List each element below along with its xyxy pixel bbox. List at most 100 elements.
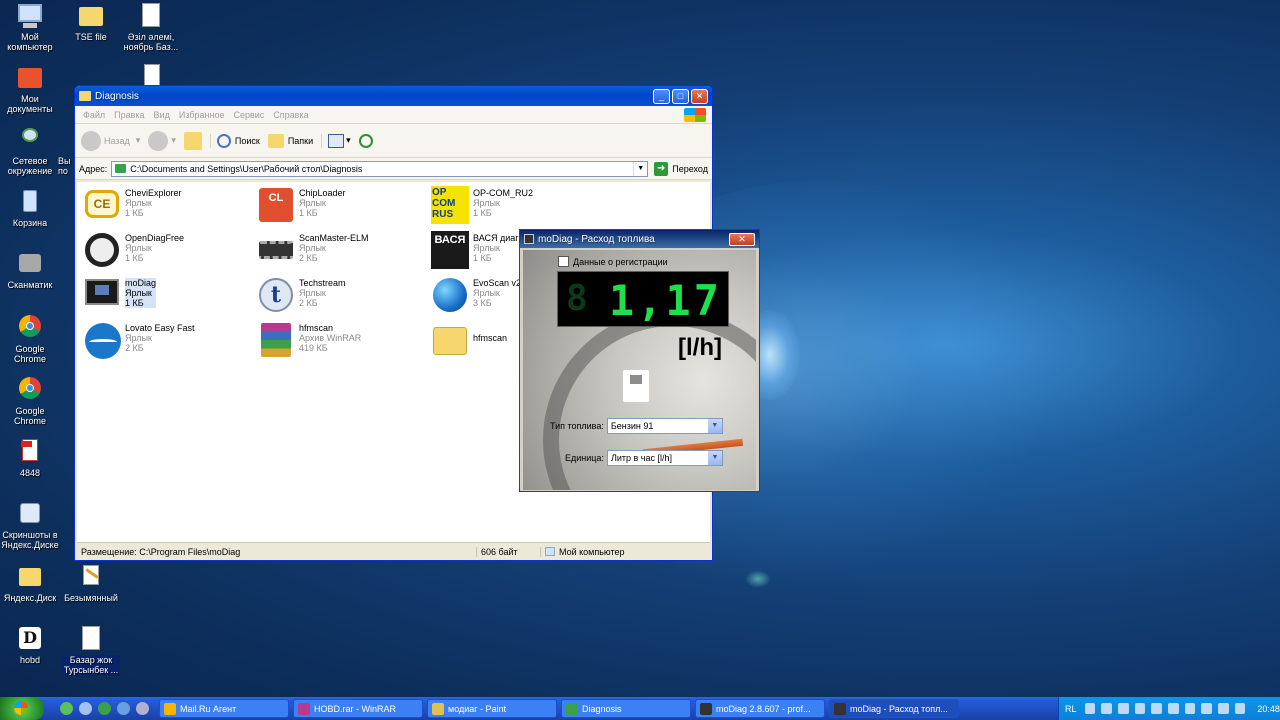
desktop-icon-recycle-bin[interactable]: Корзина: [1, 188, 59, 228]
search-button[interactable]: Поиск: [209, 133, 260, 148]
desktop-icon-chrome-1[interactable]: Google Chrome: [1, 314, 59, 364]
unit-row: Единица: Литр в час [l/h] ▼: [565, 450, 723, 466]
views-button[interactable]: ▾: [321, 133, 351, 148]
scanmatik-icon: [15, 250, 45, 278]
chevron-down-icon[interactable]: ▼: [707, 451, 722, 465]
tray-icon[interactable]: [1084, 703, 1096, 714]
quick-launch-icon[interactable]: [98, 702, 111, 715]
menu-edit[interactable]: Правка: [114, 110, 144, 120]
modiag-window[interactable]: moDiag - Расход топлива ✕ Данные о регис…: [519, 229, 760, 492]
modiag-icon: [834, 702, 846, 715]
file-item[interactable]: t Techstream Ярлык 2 КБ: [255, 276, 425, 316]
task-modiag-main[interactable]: moDiag 2.8.607 - prof...: [695, 699, 825, 718]
maximize-button[interactable]: □: [672, 88, 689, 104]
desktop-icon-my-computer[interactable]: Мой компьютер: [1, 2, 59, 52]
desktop-icon-hobd[interactable]: D hobd: [1, 625, 59, 665]
sync-button[interactable]: [358, 133, 373, 148]
modiag-icon: [81, 276, 121, 314]
back-arrow-icon: [81, 130, 101, 151]
desktop-icon-network[interactable]: Сетевое окружение: [1, 126, 59, 176]
tray-icon[interactable]: [1151, 703, 1162, 714]
checkbox-box[interactable]: [558, 256, 569, 267]
close-button[interactable]: ✕: [691, 88, 708, 104]
tray-icon[interactable]: [1234, 703, 1246, 714]
menu-view[interactable]: Вид: [154, 110, 170, 120]
documents-folder-icon: [15, 64, 45, 92]
yandex-disk-icon: [15, 563, 45, 591]
modiag-titlebar[interactable]: moDiag - Расход топлива ✕: [520, 230, 759, 248]
modiag-icon: [700, 702, 712, 715]
desktop-icon-mp4-bazar[interactable]: Базар жок Турсынбек ...: [62, 625, 120, 675]
folder-icon: [115, 164, 127, 173]
tray-icon[interactable]: [1167, 703, 1179, 714]
unit-select[interactable]: Литр в час [l/h] ▼: [606, 450, 723, 466]
folders-button[interactable]: Папки: [267, 133, 313, 148]
tray-icon[interactable]: [1117, 703, 1129, 714]
menu-file[interactable]: Файл: [83, 110, 105, 120]
file-item[interactable]: OP COM RUS OP-COM_RU2 Ярлык 1 КБ: [429, 186, 599, 226]
forward-arrow-icon: [148, 130, 169, 151]
desktop-icon-yandex-screenshots[interactable]: Скриншоты в Яндекс.Диске: [1, 500, 59, 550]
desktop-icon-yandex-disk[interactable]: Яндекс.Диск: [1, 563, 59, 603]
desktop-icon-chrome-2[interactable]: Google Chrome: [1, 376, 59, 426]
back-button[interactable]: Назад ▾: [81, 130, 140, 151]
quick-launch-icon[interactable]: [136, 702, 149, 715]
tray-icon[interactable]: [1218, 703, 1229, 714]
address-dropdown-icon[interactable]: ▼: [633, 161, 647, 176]
task-modiag-fuel[interactable]: moDiag - Расход топл...: [829, 699, 959, 718]
tray-icon[interactable]: [1101, 703, 1112, 714]
task-paint[interactable]: модиаг - Paint: [427, 699, 557, 718]
close-button[interactable]: ✕: [729, 232, 755, 246]
network-icon: [15, 126, 45, 154]
file-item[interactable]: ScanMaster-ELM Ярлык 2 КБ: [255, 231, 425, 271]
quick-launch-icon[interactable]: [79, 702, 92, 715]
desktop-icon-paint-untitled[interactable]: Безымянный: [62, 563, 120, 603]
menu-tools[interactable]: Сервис: [233, 110, 264, 120]
file-item[interactable]: hfmscan Архив WinRAR 419 КБ: [255, 321, 425, 361]
file-item-selected[interactable]: moDiag Ярлык 1 КБ: [81, 276, 251, 316]
clock[interactable]: 20:48: [1257, 704, 1280, 714]
chevron-down-icon[interactable]: ▼: [707, 419, 722, 433]
task-diagnosis[interactable]: Diagnosis: [561, 699, 691, 718]
computer-icon: [545, 547, 555, 556]
desktop-icon-scanmatik[interactable]: Сканматик: [1, 250, 59, 290]
file-item[interactable]: CE CheviExplorer Ярлык 1 КБ: [81, 186, 251, 226]
tray-icon[interactable]: [1134, 703, 1146, 714]
desktop-icon-pdf-4848[interactable]: 4848: [1, 438, 59, 478]
desktop-icon-mp4-video[interactable]: Әзіл әлемі, ноябрь Баз...: [122, 2, 180, 52]
desktop-icon-my-documents[interactable]: Мои документы: [1, 64, 59, 114]
explorer-titlebar[interactable]: Diagnosis _ □ ✕: [75, 86, 712, 106]
modiag-app-icon: [524, 234, 534, 244]
quick-launch-icon[interactable]: [117, 702, 130, 715]
menu-favorites[interactable]: Избранное: [179, 110, 225, 120]
winrar-icon: [298, 702, 310, 715]
up-folder-button[interactable]: [183, 131, 202, 150]
desktop-icon-tse-file[interactable]: TSE file: [62, 2, 120, 42]
task-mailru[interactable]: Mail.Ru Агент: [159, 699, 289, 718]
mailru-icon: [164, 702, 176, 715]
file-item[interactable]: Lovato Easy Fast Ярлык 2 КБ: [81, 321, 251, 361]
toolbar: Назад ▾ ▾ Поиск Папки ▾: [75, 124, 712, 158]
start-button[interactable]: [0, 697, 44, 720]
minimize-button[interactable]: _: [653, 88, 670, 104]
menu-help[interactable]: Справка: [273, 110, 308, 120]
vasya-icon: ВАСЯ: [429, 231, 469, 269]
tray-icon[interactable]: [1201, 703, 1213, 714]
file-item[interactable]: CL ChipLoader Ярлык 1 КБ: [255, 186, 425, 226]
search-icon: [216, 133, 231, 148]
steering-wheel-icon: [81, 231, 121, 269]
quick-launch: [60, 702, 155, 715]
address-input[interactable]: C:\Documents and Settings\User\Рабочий с…: [111, 160, 649, 177]
folders-icon: [267, 133, 284, 148]
folder-icon: [429, 321, 469, 359]
registration-data-checkbox[interactable]: Данные о регистрации: [558, 256, 668, 267]
fuel-type-select[interactable]: Бензин 91 ▼: [606, 418, 723, 434]
quick-launch-icon[interactable]: [60, 702, 73, 715]
paint-icon: [432, 702, 444, 715]
language-indicator[interactable]: RL: [1065, 704, 1077, 714]
go-button[interactable]: ➜ Переход: [654, 161, 708, 176]
task-winrar[interactable]: HOBD.rar - WinRAR: [293, 699, 423, 718]
tray-icon[interactable]: [1184, 703, 1196, 714]
file-item[interactable]: OpenDiagFree Ярлык 1 КБ: [81, 231, 251, 271]
forward-button[interactable]: ▾: [148, 130, 176, 151]
